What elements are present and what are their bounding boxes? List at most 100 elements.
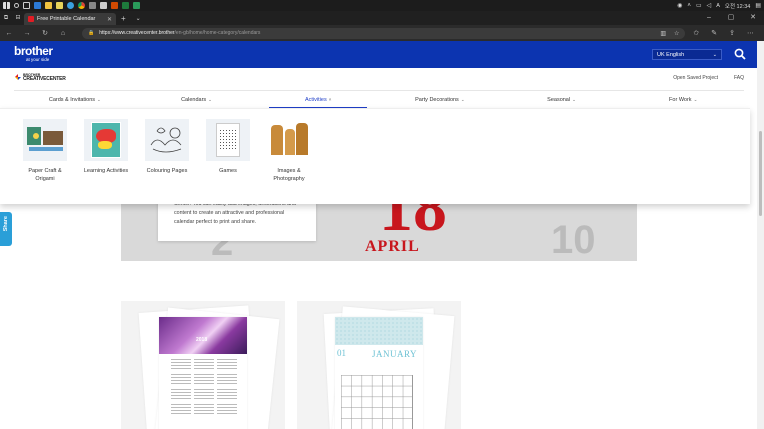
- tab-actions-icon[interactable]: ⧉: [0, 11, 12, 25]
- url-host: https://www.creativecenter.brother: [99, 30, 175, 36]
- activity-label: Colouring Pages: [146, 168, 188, 174]
- calendar-year: 2018: [196, 337, 208, 343]
- edge-icon[interactable]: [67, 2, 74, 9]
- nav-cards-invitations[interactable]: Cards & Invitations ⌄: [14, 91, 136, 108]
- favicon-icon: [28, 16, 34, 22]
- calendar-cover-image: [159, 317, 247, 354]
- activities-dropdown: Paper Craft & Origami Learning Activitie…: [0, 108, 750, 204]
- games-thumbnail: [206, 119, 250, 161]
- url-input[interactable]: 🔒 https://www.creativecenter.brother/en-…: [82, 27, 686, 39]
- activity-games[interactable]: Games: [203, 119, 253, 175]
- chevron-down-icon: ⌄: [460, 97, 465, 102]
- nav-seasonal[interactable]: Seasonal ⌄: [501, 91, 623, 108]
- home-icon[interactable]: ⌂: [58, 30, 68, 37]
- nav-calendars[interactable]: Calendars ⌄: [136, 91, 258, 108]
- hero-text: Center. You can easily add images, decor…: [174, 201, 296, 225]
- url-path: /en-gb/home/home-category/calendars: [174, 30, 261, 36]
- calendar-month-name: JANUARY: [372, 349, 418, 359]
- app-icon[interactable]: [133, 2, 140, 9]
- calendar-template-card[interactable]: 2018: [121, 301, 285, 429]
- reading-view-icon[interactable]: ▥: [660, 30, 666, 37]
- new-tab-button[interactable]: +: [116, 13, 131, 25]
- task-view-icon[interactable]: [23, 2, 30, 9]
- calendar-grid: [341, 375, 413, 429]
- sub-header: BROTHER CREATIVECENTER Open Saved Projec…: [0, 68, 764, 88]
- nav-party-decorations[interactable]: Party Decorations ⌄: [379, 91, 501, 108]
- scrollbar-thumb[interactable]: [759, 131, 762, 216]
- maximize-icon[interactable]: ▢: [720, 11, 742, 25]
- input-language[interactable]: A: [716, 3, 720, 9]
- activity-paper-craft[interactable]: Paper Craft & Origami: [20, 119, 70, 183]
- chrome-icon[interactable]: [78, 2, 85, 9]
- nav-activities[interactable]: Activities ˄: [257, 91, 379, 108]
- faq-link[interactable]: FAQ: [734, 75, 744, 81]
- share-button[interactable]: Share: [0, 212, 12, 246]
- close-window-icon[interactable]: ✕: [742, 11, 764, 25]
- images-photography-thumbnail: [267, 119, 311, 161]
- favorites-icon[interactable]: ✩: [693, 29, 699, 37]
- calendar-month-number: 01: [337, 348, 346, 358]
- chevron-up-icon: ˄: [328, 97, 332, 102]
- activity-label: Learning Activities: [83, 168, 129, 174]
- chevron-up-icon[interactable]: ˄: [687, 3, 691, 9]
- creative-center-mark-icon: [15, 74, 21, 80]
- search-icon[interactable]: [14, 3, 19, 8]
- browser-tab[interactable]: Free Printable Calendar ✕: [24, 13, 116, 25]
- more-icon[interactable]: ⋯: [747, 29, 754, 37]
- folder-icon[interactable]: [45, 2, 52, 9]
- favorite-star-icon[interactable]: ☆: [674, 30, 679, 37]
- calendar-header-pattern: [335, 317, 423, 345]
- nav-for-work[interactable]: For Work ⌄: [622, 91, 744, 108]
- colouring-pages-thumbnail: [145, 119, 189, 161]
- window-controls: – ▢ ✕: [698, 11, 764, 25]
- mail-icon[interactable]: [100, 2, 107, 9]
- site-search-icon[interactable]: [734, 48, 746, 60]
- clock[interactable]: 오전 12:34: [725, 2, 750, 10]
- people-icon[interactable]: ◉: [677, 2, 682, 9]
- forward-icon[interactable]: →: [22, 30, 32, 37]
- chevron-down-icon: ⌄: [572, 97, 576, 102]
- tab-title: Free Printable Calendar: [37, 16, 96, 22]
- hero-month: APRIL: [365, 238, 420, 255]
- activity-label: Games: [219, 168, 237, 174]
- site-header: brother at your side UK English ⌄: [0, 41, 764, 68]
- share-icon[interactable]: ⇪: [729, 29, 735, 37]
- activity-images-photography[interactable]: Images & Photography: [264, 119, 314, 183]
- learning-activities-thumbnail: [84, 119, 128, 161]
- app-icon[interactable]: [56, 2, 63, 9]
- notification-icon[interactable]: ▤: [755, 2, 761, 9]
- back-icon[interactable]: ←: [4, 30, 14, 37]
- open-saved-project-link[interactable]: Open Saved Project: [673, 75, 718, 81]
- activity-learning[interactable]: Learning Activities: [81, 119, 131, 175]
- volume-icon[interactable]: ◁: [707, 2, 712, 9]
- minimize-icon[interactable]: –: [698, 11, 720, 25]
- network-icon[interactable]: ▭: [696, 2, 702, 9]
- browser-tab-strip: ⧉ ⊟ Free Printable Calendar ✕ + ⌄ – ▢ ✕: [0, 11, 764, 25]
- app-icon[interactable]: [34, 2, 41, 9]
- page-scrollbar[interactable]: [757, 41, 764, 429]
- activity-label: Paper Craft & Origami: [28, 168, 62, 182]
- creative-center-logo[interactable]: BROTHER CREATIVECENTER: [15, 73, 66, 82]
- language-select[interactable]: UK English ⌄: [652, 49, 722, 60]
- main-nav: Cards & Invitations ⌄ Calendars ⌄ Activiti…: [14, 90, 744, 108]
- calendar-template-card[interactable]: 01 JANUARY: [297, 301, 461, 429]
- windows-taskbar: ◉ ˄ ▭ ◁ A 오전 12:34 ▤: [0, 0, 764, 11]
- activity-label: Images & Photography: [273, 168, 305, 182]
- app-icon[interactable]: [89, 2, 96, 9]
- app-icon[interactable]: [111, 2, 118, 9]
- chevron-down-icon: ⌄: [712, 51, 717, 58]
- chevron-down-icon: ⌄: [97, 97, 101, 102]
- paper-craft-thumbnail: [23, 119, 67, 161]
- close-tab-icon[interactable]: ✕: [107, 16, 112, 23]
- windows-start-icon[interactable]: [3, 2, 10, 9]
- brother-logo[interactable]: brother at your side: [14, 45, 53, 62]
- app-icon[interactable]: [122, 2, 129, 9]
- pen-icon[interactable]: ✎: [711, 29, 717, 37]
- chevron-down-icon: ⌄: [208, 97, 212, 102]
- lock-icon: 🔒: [88, 30, 95, 36]
- tab-list-icon[interactable]: ⌄: [131, 13, 146, 25]
- refresh-icon[interactable]: ↻: [40, 29, 50, 37]
- activity-colouring[interactable]: Colouring Pages: [142, 119, 192, 175]
- tab-back-icon[interactable]: ⊟: [12, 11, 24, 25]
- address-bar-row: ← → ↻ ⌂ 🔒 https://www.creativecenter.bro…: [0, 25, 764, 41]
